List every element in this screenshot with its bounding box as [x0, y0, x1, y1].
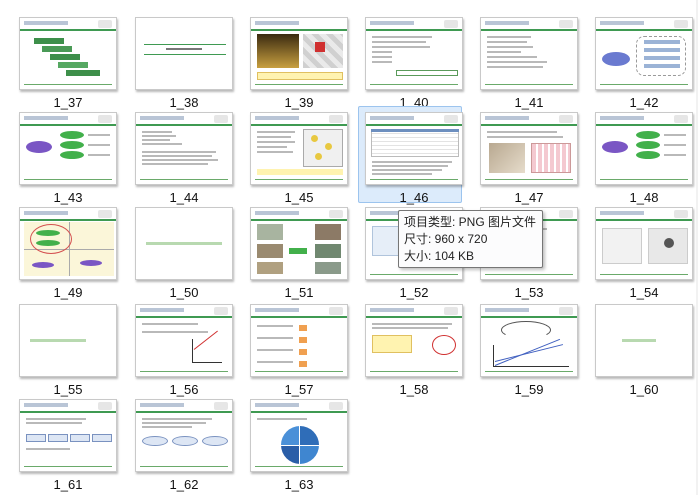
thumbnail-item[interactable]: 1_57 [250, 304, 363, 399]
image-file-icon[interactable] [19, 112, 117, 185]
image-file-icon[interactable] [135, 17, 233, 90]
image-file-icon[interactable] [135, 304, 233, 377]
image-file-icon[interactable] [19, 304, 117, 377]
image-file-icon[interactable] [365, 112, 463, 185]
thumbnail-label: 1_63 [284, 477, 314, 492]
thumbnail-item[interactable]: 1_56 [135, 304, 248, 399]
image-file-icon[interactable] [19, 399, 117, 472]
thumbnail-label: 1_38 [169, 95, 199, 110]
image-file-icon[interactable] [250, 207, 348, 280]
thumbnail-item[interactable]: 1_47 [480, 112, 593, 207]
thumbnail-item[interactable]: 1_60 [595, 304, 698, 399]
thumbnail-label: 1_52 [399, 285, 429, 300]
thumbnail-item[interactable]: 1_54 [595, 207, 698, 302]
image-file-icon[interactable] [595, 112, 693, 185]
thumbnail-label: 1_51 [284, 285, 314, 300]
image-file-icon[interactable] [480, 17, 578, 90]
tooltip-type: 项目类型: PNG 图片文件 [404, 215, 537, 229]
thumbnail-label: 1_50 [169, 285, 199, 300]
thumbnail-label: 1_58 [399, 382, 429, 397]
thumbnail-item[interactable]: 1_50 [135, 207, 248, 302]
thumbnail-item[interactable]: 1_55 [19, 304, 132, 399]
thumbnail-item[interactable]: 1_40 [365, 17, 478, 112]
thumbnail-label: 1_48 [629, 190, 659, 205]
thumbnail-label: 1_55 [53, 382, 83, 397]
thumbnail-label: 1_37 [53, 95, 83, 110]
thumbnail-label: 1_57 [284, 382, 314, 397]
thumbnail-item[interactable]: 1_45 [250, 112, 363, 207]
thumbnail-label: 1_45 [284, 190, 314, 205]
image-file-icon[interactable] [19, 207, 117, 280]
image-file-icon[interactable] [365, 17, 463, 90]
tooltip-size: 大小: 104 KB [404, 249, 475, 263]
thumbnail-label: 1_59 [514, 382, 544, 397]
image-file-icon[interactable] [19, 17, 117, 90]
image-file-icon[interactable] [250, 112, 348, 185]
image-file-icon[interactable] [250, 304, 348, 377]
image-file-icon[interactable] [595, 304, 693, 377]
thumbnail-label: 1_41 [514, 95, 544, 110]
image-file-icon[interactable] [595, 207, 693, 280]
image-file-icon[interactable] [365, 304, 463, 377]
thumbnail-item-selected[interactable]: 1_46 [358, 106, 474, 207]
thumbnail-label: 1_53 [514, 285, 544, 300]
thumbnail-label: 1_43 [53, 190, 83, 205]
thumbnail-label: 1_60 [629, 382, 659, 397]
thumbnail-label: 1_61 [53, 477, 83, 492]
thumbnail-label: 1_44 [169, 190, 199, 205]
thumbnail-item[interactable]: 1_43 [19, 112, 132, 207]
thumbnail-item[interactable]: 1_39 [250, 17, 363, 112]
thumbnail-label: 1_56 [169, 382, 199, 397]
thumbnail-label: 1_54 [629, 285, 659, 300]
thumbnail-item[interactable]: 1_63 [250, 399, 363, 494]
tooltip-dimensions: 尺寸: 960 x 720 [404, 232, 488, 246]
thumbnail-item[interactable]: 1_58 [365, 304, 478, 399]
image-file-icon[interactable] [250, 399, 348, 472]
thumbnail-label: 1_39 [284, 95, 314, 110]
thumbnail-label: 1_47 [514, 190, 544, 205]
file-info-tooltip: 项目类型: PNG 图片文件 尺寸: 960 x 720 大小: 104 KB [398, 210, 543, 268]
thumbnail-item[interactable]: 1_49 [19, 207, 132, 302]
thumbnail-item[interactable]: 1_61 [19, 399, 132, 494]
image-file-icon[interactable] [480, 112, 578, 185]
thumbnail-label: 1_62 [169, 477, 199, 492]
thumbnail-item[interactable]: 1_48 [595, 112, 698, 207]
image-file-icon[interactable] [135, 207, 233, 280]
thumbnail-item[interactable]: 1_44 [135, 112, 248, 207]
thumbnail-item[interactable]: 1_38 [135, 17, 248, 112]
thumbnail-item[interactable]: 1_62 [135, 399, 248, 494]
image-file-icon[interactable] [595, 17, 693, 90]
image-file-icon[interactable] [135, 112, 233, 185]
thumbnail-label: 1_49 [53, 285, 83, 300]
thumbnail-item[interactable]: 1_59 [480, 304, 593, 399]
thumbnail-item[interactable]: 1_51 [250, 207, 363, 302]
thumbnail-item[interactable]: 1_41 [480, 17, 593, 112]
thumbnail-item[interactable]: 1_37 [19, 17, 132, 112]
image-file-icon[interactable] [250, 17, 348, 90]
image-file-icon[interactable] [135, 399, 233, 472]
thumbnail-grid: 1_37 1_38 1_39 1_40 1_41 1_42 1_43 1_44 … [0, 0, 698, 495]
thumbnail-item[interactable]: 1_42 [595, 17, 698, 112]
image-file-icon[interactable] [480, 304, 578, 377]
thumbnail-label: 1_46 [399, 190, 429, 205]
thumbnail-label: 1_42 [629, 95, 659, 110]
